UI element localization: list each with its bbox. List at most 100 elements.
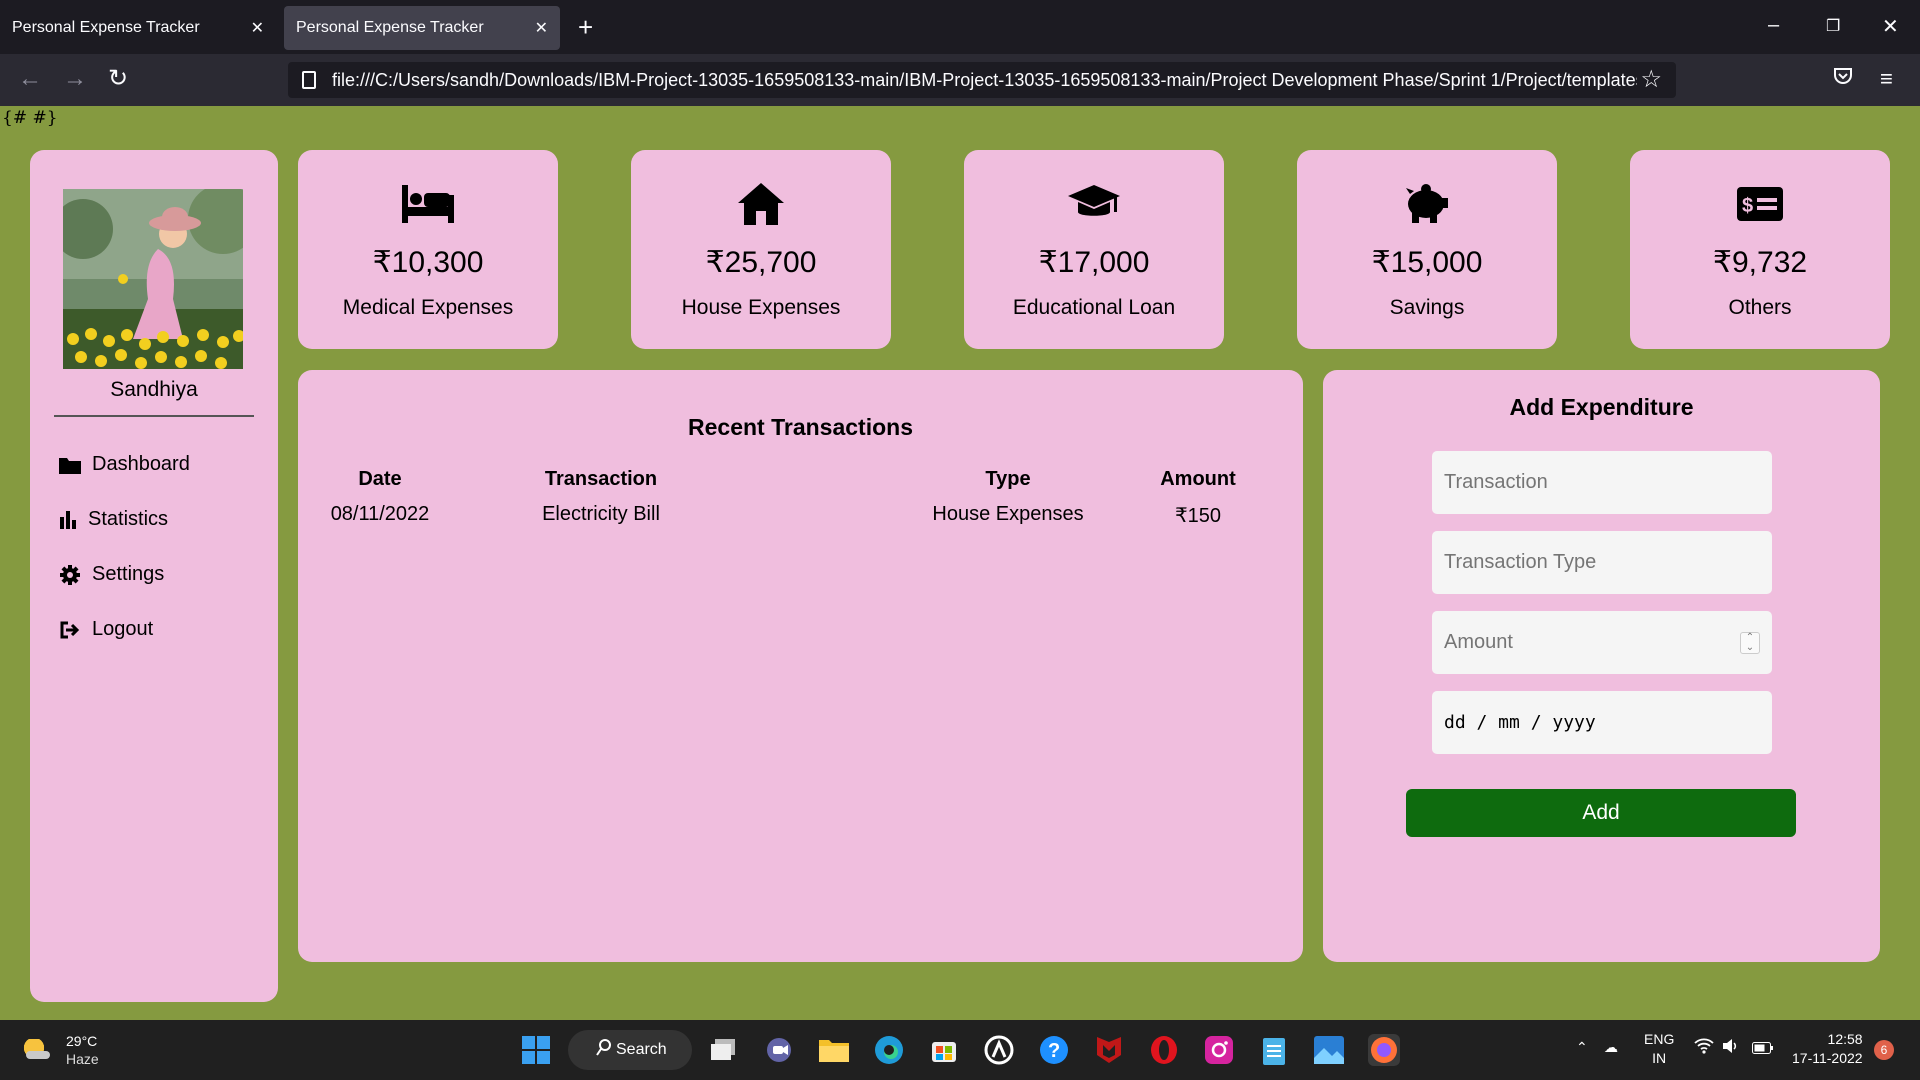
firefox-icon[interactable] [1368, 1034, 1400, 1066]
username: Sandhiya [110, 378, 198, 401]
recent-transactions-panel: Recent Transactions Date Transaction Typ… [298, 370, 1303, 962]
column-header-type: Type [985, 468, 1031, 490]
sidebar-item-statistics[interactable]: Statistics [58, 508, 168, 531]
clock[interactable]: 12:58 17-11-2022 [1792, 1030, 1863, 1068]
column-header-transaction: Transaction [544, 468, 658, 490]
add-button[interactable]: Add [1406, 789, 1796, 837]
spinner-icon[interactable]: ⌃ ⌄ [1740, 632, 1760, 654]
close-tab-icon[interactable]: ✕ [535, 18, 548, 38]
minimize-icon[interactable]: – [1768, 14, 1779, 37]
browser-nav-bar: ← → ↻ file:///C:/Users/sandh/Downloads/I… [0, 54, 1920, 106]
cell-type: House Expenses [932, 503, 1084, 525]
clock-date: 17-11-2022 [1792, 1050, 1863, 1066]
cell-transaction: Electricity Bill [542, 503, 660, 525]
transaction-type-input[interactable]: Transaction Type [1432, 531, 1772, 594]
chevron-up-icon[interactable]: ⌃ [1576, 1038, 1588, 1057]
search-label: Search [616, 1041, 667, 1058]
amount-placeholder: Amount [1444, 631, 1513, 653]
stat-card-house: ₹25,700 House Expenses [631, 150, 891, 349]
battery-icon[interactable] [1752, 1040, 1774, 1059]
back-arrow-icon[interactable]: ← [18, 66, 42, 92]
sidebar-item-label: Logout [92, 618, 154, 640]
reload-icon[interactable]: ↻ [108, 66, 128, 92]
search-icon [596, 1039, 612, 1062]
menu-icon[interactable]: ≡ [1880, 66, 1893, 92]
notepad-icon[interactable] [1258, 1034, 1290, 1066]
tab-title: Personal Expense Tracker [12, 19, 200, 36]
template-comment-text: {# #} [2, 108, 58, 128]
stat-label: Medical Expenses [342, 296, 514, 319]
logout-icon [58, 619, 82, 641]
page-icon [302, 71, 316, 89]
weather-widget[interactable]: 29°C Haze [22, 1032, 99, 1068]
stat-label: House Expenses [681, 296, 841, 319]
app-icon[interactable] [983, 1034, 1015, 1066]
teams-chat-icon[interactable] [763, 1034, 795, 1066]
notification-badge[interactable]: 6 [1874, 1040, 1894, 1060]
divider [54, 415, 254, 417]
bed-icon [298, 178, 558, 230]
home-icon [631, 178, 891, 230]
sidebar-item-label: Settings [92, 563, 165, 585]
browser-tab-bar: Personal Expense Tracker ✕ Personal Expe… [0, 0, 1920, 54]
stat-amount: ₹15,000 [1371, 246, 1483, 279]
weather-condition: Haze [66, 1051, 99, 1067]
wifi-icon[interactable] [1694, 1038, 1714, 1059]
avatar [63, 189, 243, 369]
date-input[interactable]: dd / mm / yyyy [1432, 691, 1772, 754]
onedrive-icon[interactable]: ☁ [1604, 1038, 1618, 1057]
stat-card-education: ₹17,000 Educational Loan [964, 150, 1224, 349]
sidebar-item-dashboard[interactable]: Dashboard [58, 453, 190, 476]
windows-start-icon[interactable] [520, 1034, 552, 1066]
photos-icon[interactable] [1313, 1034, 1345, 1066]
transaction-input[interactable]: Transaction [1432, 451, 1772, 514]
edge-browser-icon[interactable] [873, 1034, 905, 1066]
stat-card-medical: ₹10,300 Medical Expenses [298, 150, 558, 349]
sidebar: Sandhiya Dashboard Statistics Settings L… [30, 150, 278, 1002]
panel-title: Recent Transactions [688, 414, 913, 440]
temperature: 29°C [66, 1033, 98, 1049]
url-text[interactable]: file:///C:/Users/sandh/Downloads/IBM-Pro… [332, 70, 1637, 91]
mcafee-icon[interactable] [1093, 1034, 1125, 1066]
window-close-icon[interactable]: ✕ [1882, 14, 1899, 39]
browser-tab-2-active[interactable]: Personal Expense Tracker ✕ [284, 6, 560, 50]
add-expenditure-panel: Add Expenditure Transaction Transaction … [1323, 370, 1880, 962]
form-title: Add Expenditure [1509, 394, 1694, 420]
language-code: ENG [1644, 1031, 1675, 1047]
help-icon[interactable]: ? [1038, 1034, 1070, 1066]
stat-amount: ₹25,700 [705, 246, 817, 279]
taskbar-search[interactable]: Search [568, 1030, 692, 1070]
cell-date: 08/11/2022 [330, 503, 430, 525]
close-tab-icon[interactable]: ✕ [251, 18, 264, 38]
weather-icon [22, 1039, 52, 1061]
sidebar-item-label: Dashboard [92, 453, 190, 475]
sidebar-item-settings[interactable]: Settings [58, 563, 164, 586]
bookmark-star-icon[interactable]: ☆ [1640, 65, 1662, 94]
browser-tab-1[interactable]: Personal Expense Tracker ✕ [0, 6, 276, 50]
clock-time: 12:58 [1827, 1031, 1863, 1047]
stat-amount: ₹17,000 [1038, 246, 1150, 279]
taskbar: 29°C Haze Search ? ⌃ ☁ ENG IN 12:58 17-1… [0, 1020, 1920, 1080]
amount-input[interactable]: Amount ⌃ ⌄ [1432, 611, 1772, 674]
task-view-icon[interactable] [708, 1034, 740, 1066]
file-explorer-icon[interactable] [818, 1034, 850, 1066]
sidebar-item-logout[interactable]: Logout [58, 618, 153, 641]
language-indicator[interactable]: ENG IN [1644, 1030, 1674, 1068]
new-tab-icon[interactable]: + [578, 12, 593, 42]
instagram-icon[interactable] [1203, 1034, 1235, 1066]
forward-arrow-icon[interactable]: → [63, 66, 87, 92]
opera-icon[interactable] [1148, 1034, 1180, 1066]
pocket-icon[interactable] [1833, 66, 1853, 92]
stat-card-others: $ ₹9,732 Others [1630, 150, 1890, 349]
column-header-amount: Amount [1160, 468, 1236, 490]
address-bar[interactable]: file:///C:/Users/sandh/Downloads/IBM-Pro… [288, 62, 1676, 98]
graduation-cap-icon [964, 178, 1224, 230]
bar-chart-icon [58, 509, 78, 531]
stat-label: Savings [1389, 296, 1465, 319]
folder-icon [58, 454, 82, 476]
column-header-date: Date [358, 468, 402, 490]
volume-icon[interactable] [1722, 1038, 1740, 1059]
microsoft-store-icon[interactable] [928, 1034, 960, 1066]
gear-icon [58, 564, 82, 586]
restore-icon[interactable]: ❐ [1826, 16, 1840, 36]
